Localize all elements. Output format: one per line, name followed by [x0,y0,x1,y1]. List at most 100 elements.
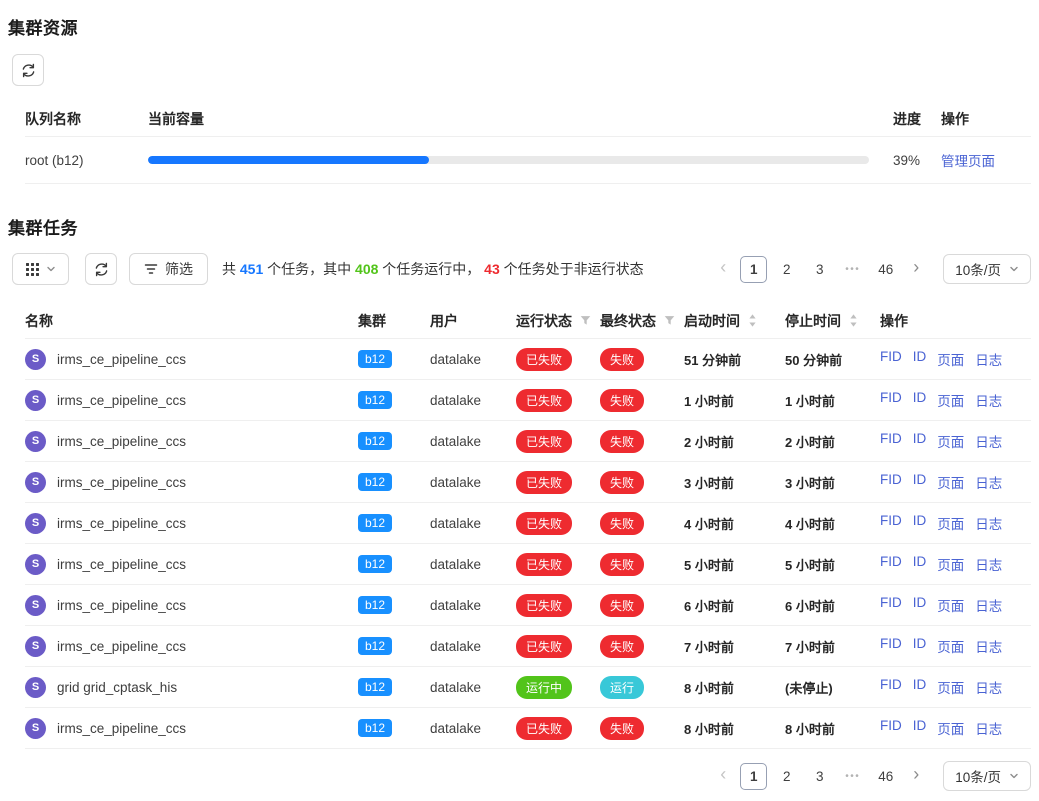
fid-link[interactable]: FID [880,472,902,492]
log-link[interactable]: 日志 [975,595,1002,615]
sort-icon[interactable] [748,314,757,327]
filter-funnel-icon[interactable] [664,315,675,326]
log-link[interactable]: 日志 [975,554,1002,574]
resources-table-header: 队列名称 当前容量 进度 操作 [25,101,1031,137]
id-link[interactable]: ID [913,595,927,615]
task-name[interactable]: irms_ce_pipeline_ccs [57,598,186,613]
row-actions: FID ID 页面日志 [880,595,1031,615]
filter-funnel-icon[interactable] [580,315,591,326]
log-link[interactable]: 日志 [975,636,1002,656]
avatar: S [25,595,46,616]
sort-icon[interactable] [849,314,858,327]
stop-time: 8 小时前 [785,719,880,738]
refresh-tasks-button[interactable] [85,253,117,285]
prev-page-button[interactable]: ‹ [712,763,734,789]
id-link[interactable]: ID [913,431,927,451]
refresh-resources-button[interactable] [12,54,44,86]
page-button-1[interactable]: 1 [740,256,767,283]
fid-link[interactable]: FID [880,349,902,369]
page-button-46[interactable]: 46 [872,256,899,283]
refresh-icon [94,262,109,277]
page-link[interactable]: 页面 [937,554,964,574]
task-user: datalake [430,516,516,531]
page-button-2[interactable]: 2 [773,763,800,790]
run-status-cell: 已失败 [516,471,600,494]
id-link[interactable]: ID [913,513,927,533]
page-link[interactable]: 页面 [937,718,964,738]
cluster-tasks-title: 集群任务 [8,214,1031,239]
col-cluster: 集群 [358,311,430,331]
page-link[interactable]: 页面 [937,636,964,656]
run-status-badge: 已失败 [516,389,572,412]
row-actions: FID ID 页面日志 [880,513,1031,533]
task-name[interactable]: irms_ce_pipeline_ccs [57,639,186,654]
task-user: datalake [430,557,516,572]
task-name[interactable]: irms_ce_pipeline_ccs [57,721,186,736]
progress-percent: 39% [869,153,941,168]
row-actions: FID ID 页面日志 [880,677,1031,697]
cluster-badge: b12 [358,637,392,655]
next-page-button[interactable]: › [905,763,927,789]
page-link[interactable]: 页面 [937,677,964,697]
log-link[interactable]: 日志 [975,390,1002,410]
final-status-cell: 失败 [600,471,684,494]
log-link[interactable]: 日志 [975,513,1002,533]
row-actions: FID ID 页面日志 [880,390,1031,410]
avatar: S [25,636,46,657]
pager-ellipsis: ••• [839,763,866,790]
fid-link[interactable]: FID [880,636,902,656]
fid-link[interactable]: FID [880,595,902,615]
layout-grid-button[interactable] [12,253,69,285]
page-link[interactable]: 页面 [937,349,964,369]
log-link[interactable]: 日志 [975,349,1002,369]
task-name[interactable]: irms_ce_pipeline_ccs [57,434,186,449]
page-link[interactable]: 页面 [937,513,964,533]
id-link[interactable]: ID [913,554,927,574]
id-link[interactable]: ID [913,349,927,369]
log-link[interactable]: 日志 [975,431,1002,451]
task-name[interactable]: grid grid_cptask_his [57,680,177,695]
page-size-select[interactable]: 10条/页 [943,254,1031,284]
resource-actions-cell: 管理页面 [941,150,1031,170]
next-page-button[interactable]: › [905,256,927,282]
final-status-cell: 失败 [600,553,684,576]
task-name-cell: S irms_ce_pipeline_ccs [25,636,358,657]
task-name[interactable]: irms_ce_pipeline_ccs [57,516,186,531]
page-link[interactable]: 页面 [937,595,964,615]
page-link[interactable]: 页面 [937,472,964,492]
task-name[interactable]: irms_ce_pipeline_ccs [57,557,186,572]
task-summary: 共 451 个任务，其中 408 个任务运行中， 43 个任务处于非运行状态 [222,259,644,279]
fid-link[interactable]: FID [880,431,902,451]
fid-link[interactable]: FID [880,554,902,574]
page-button-3[interactable]: 3 [806,256,833,283]
fid-link[interactable]: FID [880,513,902,533]
page-link[interactable]: 页面 [937,390,964,410]
page-button-1[interactable]: 1 [740,763,767,790]
run-status-badge: 已失败 [516,512,572,535]
page-link[interactable]: 页面 [937,431,964,451]
start-time: 5 小时前 [684,555,785,574]
page-size-select[interactable]: 10条/页 [943,761,1031,791]
manage-page-link[interactable]: 管理页面 [941,154,995,169]
log-link[interactable]: 日志 [975,718,1002,738]
fid-link[interactable]: FID [880,677,902,697]
prev-page-button[interactable]: ‹ [712,256,734,282]
log-link[interactable]: 日志 [975,472,1002,492]
page-button-46[interactable]: 46 [872,763,899,790]
fid-link[interactable]: FID [880,390,902,410]
id-link[interactable]: ID [913,636,927,656]
task-name[interactable]: irms_ce_pipeline_ccs [57,393,186,408]
fid-link[interactable]: FID [880,718,902,738]
log-link[interactable]: 日志 [975,677,1002,697]
id-link[interactable]: ID [913,677,927,697]
page-button-2[interactable]: 2 [773,256,800,283]
filter-button[interactable]: 筛选 [129,253,208,285]
summary-seg: 个任务运行中， [378,261,484,277]
task-name[interactable]: irms_ce_pipeline_ccs [57,475,186,490]
id-link[interactable]: ID [913,718,927,738]
id-link[interactable]: ID [913,390,927,410]
page-button-3[interactable]: 3 [806,763,833,790]
avatar: S [25,718,46,739]
task-name[interactable]: irms_ce_pipeline_ccs [57,352,186,367]
id-link[interactable]: ID [913,472,927,492]
